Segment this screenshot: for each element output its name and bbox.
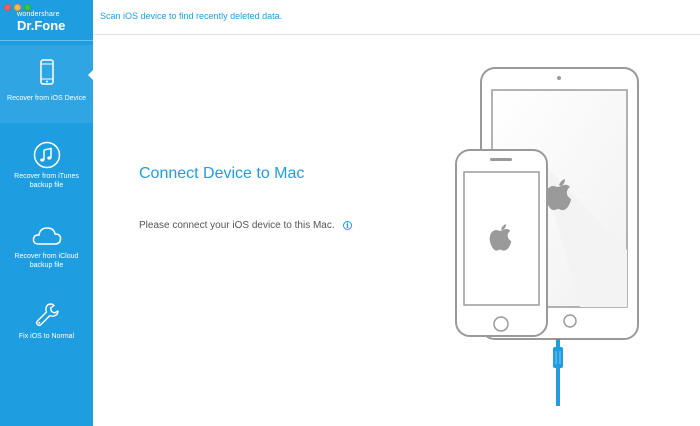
phone-icon [39, 59, 54, 90]
connect-instruction: Please connect your iOS device to this M… [139, 220, 335, 231]
info-icon[interactable]: i [343, 221, 352, 230]
sidebar: wondershare Dr.Fone Recover from iOS Dev… [0, 0, 93, 426]
logo-product-text: Dr.Fone [17, 18, 66, 33]
header-message: Scan iOS device to find recently deleted… [100, 11, 283, 21]
active-indicator [88, 70, 93, 80]
top-bar: Scan iOS device to find recently deleted… [93, 0, 700, 35]
page-title: Connect Device to Mac [139, 165, 305, 182]
zoom-button[interactable] [24, 4, 31, 11]
sidebar-item-label: Recover from iCloud backup file [14, 253, 79, 269]
device-illustration [450, 60, 650, 411]
sidebar-item-recover-itunes[interactable]: Recover from iTunes backup file [0, 135, 93, 213]
sidebar-item-label: Recover from iOS Device [7, 95, 86, 102]
sidebar-item-recover-ios-device[interactable]: Recover from iOS Device [0, 45, 93, 123]
music-note-icon [33, 141, 61, 174]
sidebar-item-label: Recover from iTunes backup file [14, 173, 79, 189]
close-button[interactable] [4, 4, 11, 11]
sidebar-divider [0, 40, 93, 41]
sidebar-item-recover-icloud[interactable]: Recover from iCloud backup file [0, 218, 93, 296]
app-logo: wondershare Dr.Fone [17, 11, 65, 32]
cloud-icon [32, 226, 62, 251]
phone-graphic [455, 149, 548, 337]
window-controls [4, 4, 31, 11]
wrench-icon [34, 302, 60, 333]
sidebar-item-fix-ios[interactable]: Fix iOS to Normal [0, 300, 93, 378]
lightning-cable-graphic [553, 339, 563, 406]
sidebar-item-label: Fix iOS to Normal [18, 333, 75, 340]
minimize-button[interactable] [14, 4, 21, 11]
logo-brand-text: wondershare [17, 11, 60, 18]
